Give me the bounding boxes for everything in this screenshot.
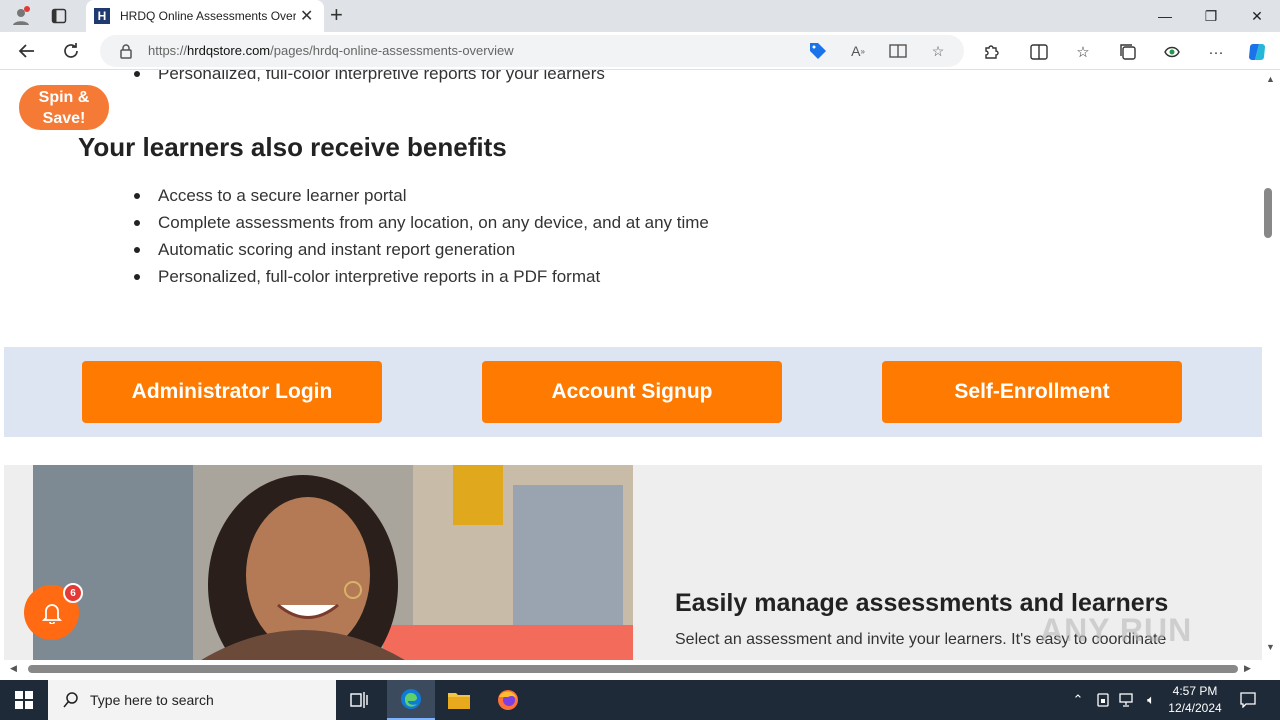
vertical-scroll-thumb[interactable] — [1264, 188, 1272, 238]
smiling-woman-photo — [33, 465, 633, 660]
immersive-reader-icon[interactable] — [888, 41, 908, 61]
cta-band: Administrator Login Account Signup Self-… — [4, 347, 1262, 437]
scroll-right-arrow-icon[interactable]: ▶ — [1244, 663, 1251, 674]
windows-taskbar: Type here to search ⌃ 🔈︎ 4:57 PM 12/4/20… — [0, 680, 1280, 720]
horizontal-scrollbar[interactable]: ◀ ▶ — [0, 660, 1262, 680]
horizontal-scroll-thumb[interactable] — [28, 665, 1238, 673]
search-placeholder: Type here to search — [90, 692, 214, 708]
collections-icon[interactable] — [1117, 41, 1139, 63]
copilot-icon[interactable] — [1246, 41, 1268, 63]
back-icon[interactable] — [14, 38, 40, 64]
list-item: Access to a secure learner portal — [134, 182, 709, 209]
notifications-icon[interactable] — [1238, 690, 1258, 710]
page-viewport: Personalized, full-color interpretive re… — [0, 70, 1262, 660]
list-item: Personalized, full-color interpretive re… — [134, 263, 709, 290]
refresh-icon[interactable] — [58, 38, 84, 64]
browser-toolbar: https://hrdqstore.com/pages/hrdq-online-… — [0, 32, 1280, 70]
profile-icon[interactable] — [8, 4, 34, 28]
anyrun-watermark: ANY RUN — [1040, 612, 1193, 648]
firefox-icon[interactable] — [484, 680, 532, 720]
clock-time: 4:57 PM — [1172, 684, 1218, 698]
list-item: Complete assessments from any location, … — [134, 209, 709, 236]
favorites-icon[interactable]: ☆ — [1072, 41, 1094, 63]
search-icon — [63, 692, 78, 708]
url-text[interactable]: https://hrdqstore.com/pages/hrdq-online-… — [148, 43, 514, 58]
vertical-scrollbar[interactable]: ▲ ▼ — [1262, 70, 1280, 660]
scroll-down-arrow-icon[interactable]: ▼ — [1266, 642, 1275, 652]
more-options-icon[interactable]: ··· — [1205, 41, 1227, 63]
close-window-button[interactable]: ✕ — [1234, 0, 1280, 32]
start-button[interactable] — [0, 680, 48, 720]
tray-device-icon[interactable] — [1093, 690, 1113, 710]
task-view-icon[interactable] — [336, 680, 384, 720]
browser-title-bar: H HRDQ Online Assessments Overview ✕ + —… — [0, 0, 1280, 32]
url-scheme: https:// — [148, 43, 188, 58]
administrator-login-button[interactable]: Administrator Login — [82, 361, 382, 423]
windows-logo-icon — [15, 691, 33, 709]
browser-essentials-icon[interactable] — [1161, 41, 1183, 63]
self-enrollment-button[interactable]: Self-Enrollment — [882, 361, 1182, 423]
address-bar[interactable]: https://hrdqstore.com/pages/hrdq-online-… — [100, 35, 964, 67]
features-list-tail: Personalized, full-color interpretive re… — [134, 70, 605, 87]
split-screen-icon[interactable] — [1028, 41, 1050, 63]
file-explorer-icon[interactable] — [435, 680, 483, 720]
tab-title: HRDQ Online Assessments Overview — [120, 9, 296, 23]
benefits-heading: Your learners also receive benefits — [78, 132, 507, 162]
spin-and-save-button[interactable]: Spin & Save! — [19, 85, 109, 130]
url-host: hrdqstore.com — [187, 43, 271, 58]
list-item: Personalized, full-color interpretive re… — [134, 70, 605, 87]
favorite-star-icon[interactable]: ☆ — [928, 41, 948, 61]
taskbar-clock[interactable]: 4:57 PM 12/4/2024 — [1160, 683, 1230, 717]
lock-icon[interactable] — [116, 41, 136, 61]
extensions-icon[interactable] — [980, 41, 1002, 63]
new-tab-icon[interactable]: + — [330, 4, 343, 26]
hrdq-favicon-icon: H — [94, 8, 110, 24]
shopping-tag-icon[interactable] — [808, 41, 828, 61]
benefits-list: Access to a secure learner portal Comple… — [134, 182, 709, 290]
minimize-button[interactable]: — — [1142, 0, 1188, 32]
tray-chevron-up-icon[interactable]: ⌃ — [1068, 690, 1088, 710]
url-path: /pages/hrdq-online-assessments-overview — [270, 43, 514, 58]
edge-taskbar-icon[interactable] — [387, 680, 435, 720]
tab-hrdq-online-assessments[interactable]: H HRDQ Online Assessments Overview ✕ — [86, 0, 324, 32]
clock-date: 12/4/2024 — [1168, 701, 1222, 715]
taskbar-search-box[interactable]: Type here to search — [48, 680, 336, 720]
notification-count-badge: 6 — [63, 583, 83, 603]
tab-actions-icon[interactable] — [46, 4, 72, 28]
scroll-left-arrow-icon[interactable]: ◀ — [10, 663, 17, 674]
volume-icon[interactable]: 🔈︎ — [1141, 690, 1161, 710]
tab-close-icon[interactable]: ✕ — [300, 6, 313, 26]
restore-button[interactable]: ❐ — [1188, 0, 1234, 32]
bell-icon — [41, 603, 62, 624]
account-signup-button[interactable]: Account Signup — [482, 361, 782, 423]
read-aloud-icon[interactable]: A» — [848, 41, 868, 61]
list-item: Automatic scoring and instant report gen… — [134, 236, 709, 263]
scroll-up-arrow-icon[interactable]: ▲ — [1266, 74, 1275, 84]
network-icon[interactable] — [1117, 690, 1137, 710]
